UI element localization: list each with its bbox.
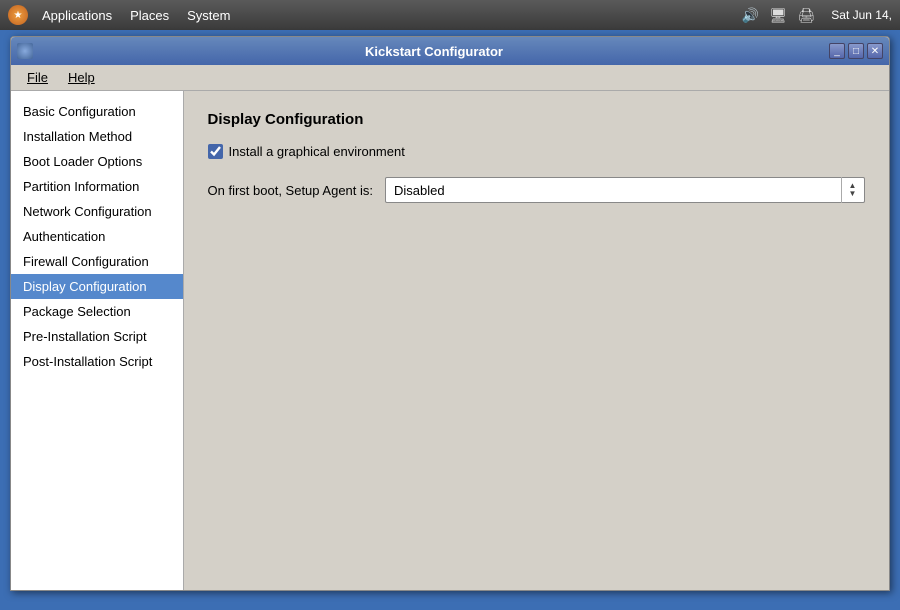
sidebar-item-post-installation-script[interactable]: Post-Installation Script (11, 349, 183, 374)
sidebar-item-firewall-configuration[interactable]: Firewall Configuration (11, 249, 183, 274)
main-window: Kickstart Configurator _ □ ✕ File Help B… (10, 36, 890, 591)
setup-agent-label: On first boot, Setup Agent is: (208, 183, 373, 198)
sidebar-item-network-configuration[interactable]: Network Configuration (11, 199, 183, 224)
taskbar: ★ Applications Places System 🔊 🖥 🖨 Sat J… (0, 0, 900, 30)
sidebar-item-partition-information[interactable]: Partition Information (11, 174, 183, 199)
maximize-button[interactable]: □ (848, 43, 864, 59)
setup-agent-select[interactable]: Disabled Enabled Enabled once (385, 177, 865, 203)
title-bar-controls: _ □ ✕ (829, 43, 883, 59)
sidebar-item-basic-configuration[interactable]: Basic Configuration (11, 99, 183, 124)
graphical-env-row: Install a graphical environment (208, 144, 865, 159)
menu-bar: File Help (11, 65, 889, 91)
close-button[interactable]: ✕ (867, 43, 883, 59)
sidebar-item-package-selection[interactable]: Package Selection (11, 299, 183, 324)
taskbar-left: ★ Applications Places System (8, 5, 238, 25)
graphical-env-label: Install a graphical environment (229, 144, 405, 159)
taskbar-places[interactable]: Places (122, 6, 177, 25)
graphical-env-checkbox[interactable] (208, 144, 223, 159)
taskbar-system[interactable]: System (179, 6, 238, 25)
window-body: Basic Configuration Installation Method … (11, 91, 889, 590)
setup-agent-row: On first boot, Setup Agent is: Disabled … (208, 177, 865, 203)
sidebar-item-boot-loader-options[interactable]: Boot Loader Options (11, 149, 183, 174)
file-menu[interactable]: File (19, 67, 56, 88)
battery-icon: 🖨 (795, 4, 817, 26)
taskbar-time: Sat Jun 14, (831, 8, 892, 22)
sidebar-item-installation-method[interactable]: Installation Method (11, 124, 183, 149)
minimize-button[interactable]: _ (829, 43, 845, 59)
sidebar: Basic Configuration Installation Method … (11, 91, 184, 590)
help-menu[interactable]: Help (60, 67, 103, 88)
sidebar-item-pre-installation-script[interactable]: Pre-Installation Script (11, 324, 183, 349)
content-title: Display Configuration (208, 111, 865, 128)
network-icon: 🖥 (767, 4, 789, 26)
taskbar-applications[interactable]: Applications (34, 6, 120, 25)
main-content: Display Configuration Install a graphica… (184, 91, 889, 590)
taskbar-icons: 🔊 🖥 🖨 Sat Jun 14, (739, 4, 892, 26)
title-bar: Kickstart Configurator _ □ ✕ (11, 37, 889, 65)
title-bar-icon (17, 43, 33, 59)
taskbar-app-icon: ★ (8, 5, 28, 25)
volume-icon: 🔊 (739, 4, 761, 26)
sidebar-item-authentication[interactable]: Authentication (11, 224, 183, 249)
sidebar-item-display-configuration[interactable]: Display Configuration (11, 274, 183, 299)
setup-agent-select-wrapper: Disabled Enabled Enabled once ▲ ▼ (385, 177, 865, 203)
window-title: Kickstart Configurator (39, 44, 829, 59)
